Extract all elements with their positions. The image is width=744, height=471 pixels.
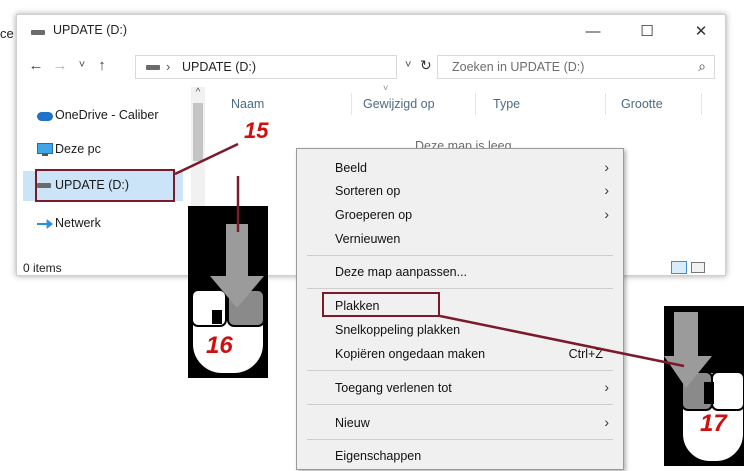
menu-item-label: Deze map aanpassen... <box>335 265 468 279</box>
search-input[interactable]: Zoeken in UPDATE (D:) ⌕ <box>437 55 715 79</box>
back-arrow-icon[interactable]: ← <box>27 57 45 74</box>
large-icons-view-icon[interactable] <box>691 262 705 273</box>
menu-item-refresh[interactable]: Vernieuwen <box>307 228 613 250</box>
menu-item-label: Kopiëren ongedaan maken <box>335 347 486 361</box>
cloud-icon <box>37 112 53 121</box>
menu-separator <box>307 288 613 289</box>
menu-item-label: Sorteren op <box>335 184 401 198</box>
search-placeholder: Zoeken in UPDATE (D:) <box>452 60 585 74</box>
address-row: ← → ˅ ↑ › UPDATE (D:) ˅ ↻ Zoeken in UPDA… <box>17 53 725 83</box>
menu-item-properties[interactable]: Eigenschappen <box>307 445 613 467</box>
address-bar[interactable]: › UPDATE (D:) <box>135 55 397 79</box>
minimize-button[interactable]: — <box>573 17 613 47</box>
details-view-icon[interactable] <box>671 261 687 274</box>
step-number-15: 15 <box>244 118 269 143</box>
menu-item-sort-by[interactable]: Sorteren op › <box>307 180 613 202</box>
drive-icon <box>31 30 45 35</box>
column-header-modified[interactable]: Gewijzigd op <box>363 97 435 111</box>
window-title: UPDATE (D:) <box>53 23 128 37</box>
column-header-name[interactable]: Naam <box>231 97 264 111</box>
step-number-16: 16 <box>206 332 233 359</box>
recent-locations-icon[interactable]: ˅ <box>73 59 91 71</box>
menu-item-undo-copy[interactable]: Kopiëren ongedaan maken Ctrl+Z <box>307 343 613 365</box>
menu-item-customize-folder[interactable]: Deze map aanpassen... <box>307 261 613 283</box>
column-header-type[interactable]: Type <box>493 97 520 111</box>
menu-item-new[interactable]: Nieuw › <box>307 412 613 434</box>
status-item-count: 0 items <box>23 261 62 275</box>
menu-item-give-access[interactable]: Toegang verlenen tot › <box>307 377 613 399</box>
nav-item-this-pc[interactable]: Deze pc <box>23 137 183 163</box>
scroll-thumb[interactable] <box>193 103 203 161</box>
menu-item-paste-shortcut[interactable]: Snelkoppeling plakken <box>307 319 613 341</box>
left-click-mouse-icon <box>664 312 744 463</box>
nav-item-onedrive[interactable]: OneDrive - Caliber <box>23 103 183 129</box>
mouse-panel-right <box>664 306 744 466</box>
nav-item-label: Deze pc <box>55 142 101 156</box>
menu-separator <box>307 255 613 256</box>
menu-item-label: Snelkoppeling plakken <box>335 323 461 337</box>
highlight-paste <box>322 292 440 317</box>
address-dropdown-icon[interactable]: ˅ <box>405 59 411 71</box>
sort-indicator-icon: ˅ <box>383 83 389 93</box>
maximize-button[interactable]: ☐ <box>627 17 667 47</box>
nav-item-label: OneDrive - Caliber <box>55 108 159 122</box>
menu-item-shortcut: Ctrl+Z <box>568 347 603 361</box>
network-icon <box>37 219 53 229</box>
computer-stand <box>42 154 48 156</box>
column-divider <box>475 93 476 115</box>
column-divider <box>605 93 606 115</box>
refresh-icon[interactable]: ↻ <box>420 57 432 74</box>
computer-icon <box>37 143 53 154</box>
menu-item-label: Toegang verlenen tot <box>335 381 452 395</box>
breadcrumb-separator: › <box>166 59 171 74</box>
close-button[interactable]: ✕ <box>681 17 721 47</box>
menu-item-label: Nieuw <box>335 416 370 430</box>
column-divider <box>701 93 702 115</box>
menu-separator <box>307 439 613 440</box>
forward-arrow-icon[interactable]: → <box>51 57 69 74</box>
step-number-17: 17 <box>700 410 727 437</box>
menu-item-label: Vernieuwen <box>335 232 401 246</box>
navigation-pane: OneDrive - Caliber Deze pc UPDATE (D:) N… <box>17 87 189 249</box>
submenu-arrow-icon: › <box>604 182 609 198</box>
menu-separator <box>307 370 613 371</box>
scroll-up-icon[interactable]: ^ <box>192 87 204 98</box>
submenu-arrow-icon: › <box>604 159 609 175</box>
drive-icon <box>146 65 160 70</box>
up-arrow-icon[interactable]: ↑ <box>93 57 111 74</box>
nav-item-network[interactable]: Netwerk <box>23 211 183 237</box>
address-path[interactable]: UPDATE (D:) <box>182 60 256 74</box>
cut-off-text: ce <box>0 26 14 41</box>
column-divider <box>351 93 352 115</box>
menu-item-label: Groeperen op <box>335 208 413 222</box>
submenu-arrow-icon: › <box>604 379 609 395</box>
highlight-update-drive <box>35 169 175 202</box>
menu-item-label: Eigenschappen <box>335 449 422 463</box>
submenu-arrow-icon: › <box>604 206 609 222</box>
menu-separator <box>307 404 613 405</box>
menu-item-label: Beeld <box>335 161 367 175</box>
menu-item-view[interactable]: Beeld › <box>307 157 613 179</box>
title-bar: UPDATE (D:) — ☐ ✕ <box>17 15 725 49</box>
column-header-size[interactable]: Grootte <box>621 97 663 111</box>
submenu-arrow-icon: › <box>604 414 609 430</box>
nav-item-label: Netwerk <box>55 216 101 230</box>
menu-item-group-by[interactable]: Groeperen op › <box>307 204 613 226</box>
blank-area <box>58 300 154 458</box>
search-icon[interactable]: ⌕ <box>698 58 706 75</box>
